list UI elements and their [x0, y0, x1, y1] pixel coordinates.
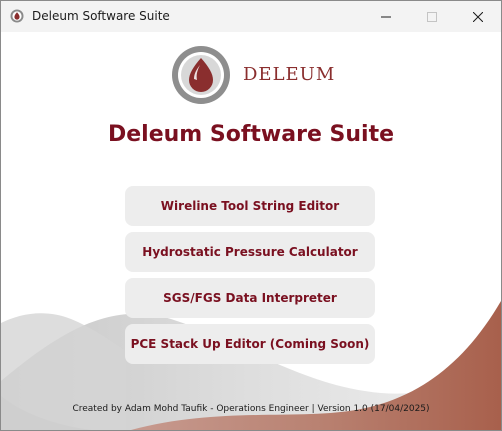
app-icon [10, 9, 24, 23]
close-icon [473, 11, 483, 22]
sgs-fgs-data-interpreter-button[interactable]: SGS/FGS Data Interpreter [125, 278, 375, 318]
maximize-icon [427, 11, 437, 22]
window-title: Deleum Software Suite [32, 9, 170, 23]
title-bar[interactable]: Deleum Software Suite [1, 1, 501, 32]
pce-stack-up-editor-button[interactable]: PCE Stack Up Editor (Coming Soon) [125, 324, 375, 364]
close-button[interactable] [455, 1, 501, 32]
hydrostatic-pressure-calculator-button[interactable]: Hydrostatic Pressure Calculator [125, 232, 375, 272]
footer-credits: Created by Adam Mohd Taufik - Operations… [72, 404, 430, 414]
minimize-icon [381, 16, 391, 17]
deleum-logo: DELEUM [171, 45, 334, 105]
wireline-tool-string-editor-button[interactable]: Wireline Tool String Editor [125, 186, 375, 226]
deleum-drop-logo [172, 46, 230, 104]
page-title: Deleum Software Suite [107, 122, 395, 147]
logo-text: DELEUM [243, 64, 336, 85]
maximize-button[interactable] [409, 1, 455, 32]
minimize-button[interactable] [363, 1, 409, 32]
app-window: Deleum Software Suite DELEUM Deleum Soft… [0, 0, 502, 431]
